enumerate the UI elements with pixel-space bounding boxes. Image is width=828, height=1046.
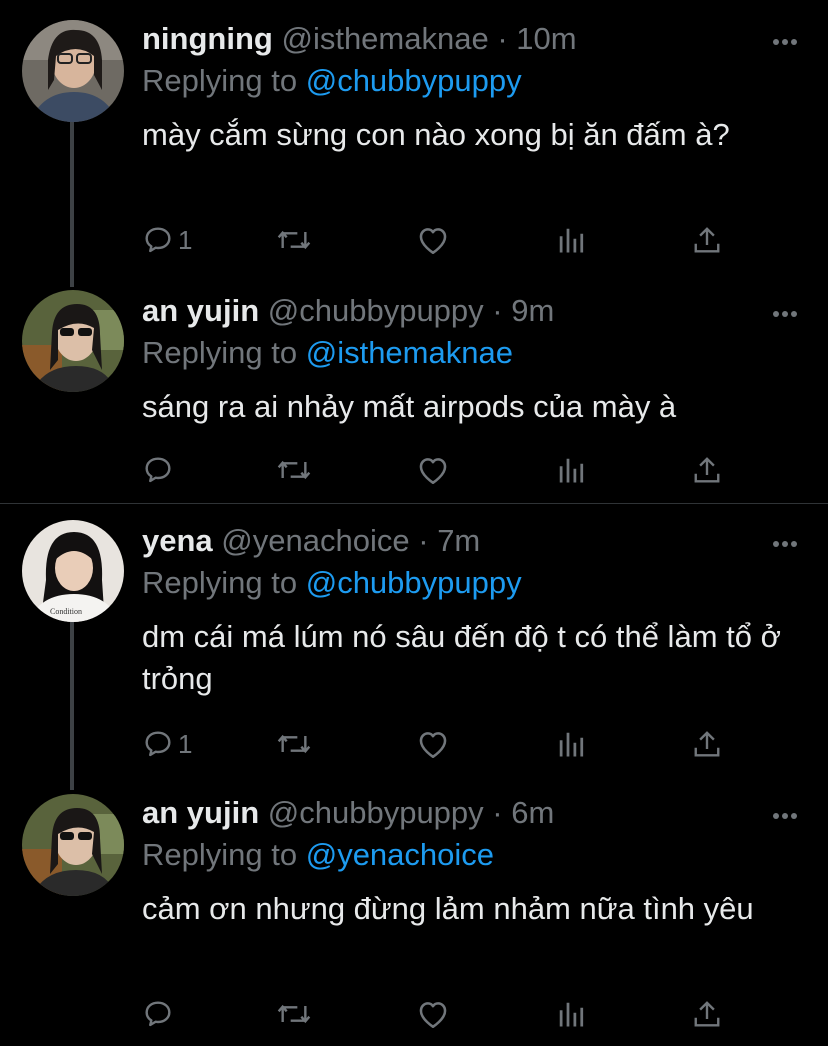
tweet-actions: [142, 994, 742, 1034]
tweet[interactable]: ningning @isthemaknae · 10m Replying to …: [0, 0, 828, 290]
replying-to-label: Replying to: [142, 565, 298, 600]
replying-to: Replying to @isthemaknae: [142, 334, 513, 372]
share-button[interactable]: [692, 220, 722, 260]
replying-to-label: Replying to: [142, 63, 298, 98]
tweet-actions: 1: [142, 724, 742, 764]
heart-icon: [419, 228, 447, 255]
mention-link[interactable]: @chubbypuppy: [306, 565, 522, 600]
reply-button[interactable]: 1: [142, 724, 192, 764]
user-handle[interactable]: @chubbypuppy: [268, 293, 484, 328]
heart-icon: [419, 732, 447, 759]
like-button[interactable]: [416, 724, 450, 764]
svg-text:Condition: Condition: [50, 607, 82, 616]
analytics-bars-icon: [559, 458, 584, 483]
tweet-text: sáng ra ai nhảy mất airpods của mày à: [142, 389, 677, 424]
user-handle[interactable]: @yenachoice: [221, 523, 409, 558]
tweet-text: mày cắm sừng con nào xong bị ăn đấm à?: [142, 117, 730, 152]
display-name[interactable]: an yujin: [142, 795, 259, 830]
retweet-button[interactable]: [276, 724, 312, 764]
reply-button[interactable]: 1: [142, 220, 192, 260]
reply-bubble-icon: [145, 1001, 171, 1027]
separator: ·: [418, 523, 429, 558]
retweet-button[interactable]: [276, 220, 312, 260]
more-dots-icon[interactable]: [772, 306, 798, 317]
tweet-header: an yujin @chubbypuppy · 9m: [142, 292, 554, 330]
display-name[interactable]: yena: [142, 523, 213, 558]
analytics-bars-icon: [559, 1002, 584, 1027]
reply-button[interactable]: [142, 994, 178, 1034]
reply-count: 1: [178, 728, 193, 759]
avatar[interactable]: [22, 20, 124, 122]
analytics-bars-icon: [559, 732, 584, 757]
user-handle[interactable]: @isthemaknae: [281, 21, 488, 56]
user-handle[interactable]: @chubbypuppy: [268, 795, 484, 830]
tweet[interactable]: Condition yena @yenachoice · 7m Replying…: [0, 504, 828, 790]
tweet-actions: [142, 450, 742, 490]
tweet-header: yena @yenachoice · 7m: [142, 522, 480, 560]
timestamp[interactable]: 9m: [511, 293, 554, 328]
share-upload-icon: [694, 227, 720, 253]
heart-icon: [419, 458, 447, 485]
mention-link[interactable]: @yenachoice: [306, 837, 494, 872]
like-button[interactable]: [416, 994, 450, 1034]
mention-link[interactable]: @isthemaknae: [306, 335, 513, 370]
timestamp[interactable]: 6m: [511, 795, 554, 830]
tweet[interactable]: an yujin @chubbypuppy · 6m Replying to @…: [0, 790, 828, 1046]
reply-bubble-icon: [145, 731, 171, 757]
retweet-icon: [277, 460, 311, 480]
retweet-icon: [277, 230, 311, 250]
avatar[interactable]: Condition: [22, 520, 124, 622]
tweet[interactable]: an yujin @chubbypuppy · 9m Replying to @…: [0, 290, 828, 503]
avatar[interactable]: [22, 794, 124, 896]
heart-icon: [419, 1002, 447, 1029]
display-name[interactable]: ningning: [142, 21, 273, 56]
tweet-text: dm cái má lúm nó sâu đến độ t có thể làm…: [142, 619, 781, 696]
analytics-button[interactable]: [556, 220, 586, 260]
replying-to: Replying to @chubbypuppy: [142, 62, 522, 100]
display-name[interactable]: an yujin: [142, 293, 259, 328]
timestamp[interactable]: 7m: [437, 523, 480, 558]
share-upload-icon: [694, 731, 720, 757]
avatar[interactable]: [22, 290, 124, 392]
share-upload-icon: [694, 1001, 720, 1027]
retweet-icon: [277, 1004, 311, 1024]
retweet-button[interactable]: [276, 994, 312, 1034]
timestamp[interactable]: 10m: [516, 21, 576, 56]
analytics-button[interactable]: [556, 724, 586, 764]
tweet-actions: 1: [142, 220, 742, 260]
separator: ·: [497, 21, 508, 56]
replying-to: Replying to @yenachoice: [142, 836, 494, 874]
share-upload-icon: [694, 457, 720, 483]
replying-to-label: Replying to: [142, 837, 298, 872]
analytics-button[interactable]: [556, 450, 586, 490]
more-dots-icon[interactable]: [772, 34, 798, 45]
like-button[interactable]: [416, 450, 450, 490]
share-button[interactable]: [692, 994, 722, 1034]
share-button[interactable]: [692, 724, 722, 764]
like-button[interactable]: [416, 220, 450, 260]
share-button[interactable]: [692, 450, 722, 490]
tweet-header: an yujin @chubbypuppy · 6m: [142, 794, 554, 832]
reply-bubble-icon: [145, 227, 171, 253]
tweet-text: cảm ơn nhưng đừng lảm nhảm nữa tình yêu: [142, 891, 754, 926]
more-dots-icon[interactable]: [772, 808, 798, 819]
retweet-button[interactable]: [276, 450, 312, 490]
separator: ·: [492, 293, 503, 328]
mention-link[interactable]: @chubbypuppy: [306, 63, 522, 98]
reply-button[interactable]: [142, 450, 178, 490]
analytics-button[interactable]: [556, 994, 586, 1034]
separator: ·: [492, 795, 503, 830]
reply-count: 1: [178, 224, 193, 255]
replying-to-label: Replying to: [142, 335, 298, 370]
retweet-icon: [277, 734, 311, 754]
replying-to: Replying to @chubbypuppy: [142, 564, 522, 602]
more-dots-icon[interactable]: [772, 536, 798, 547]
analytics-bars-icon: [559, 228, 584, 253]
reply-bubble-icon: [145, 457, 171, 483]
tweet-header: ningning @isthemaknae · 10m: [142, 20, 577, 58]
